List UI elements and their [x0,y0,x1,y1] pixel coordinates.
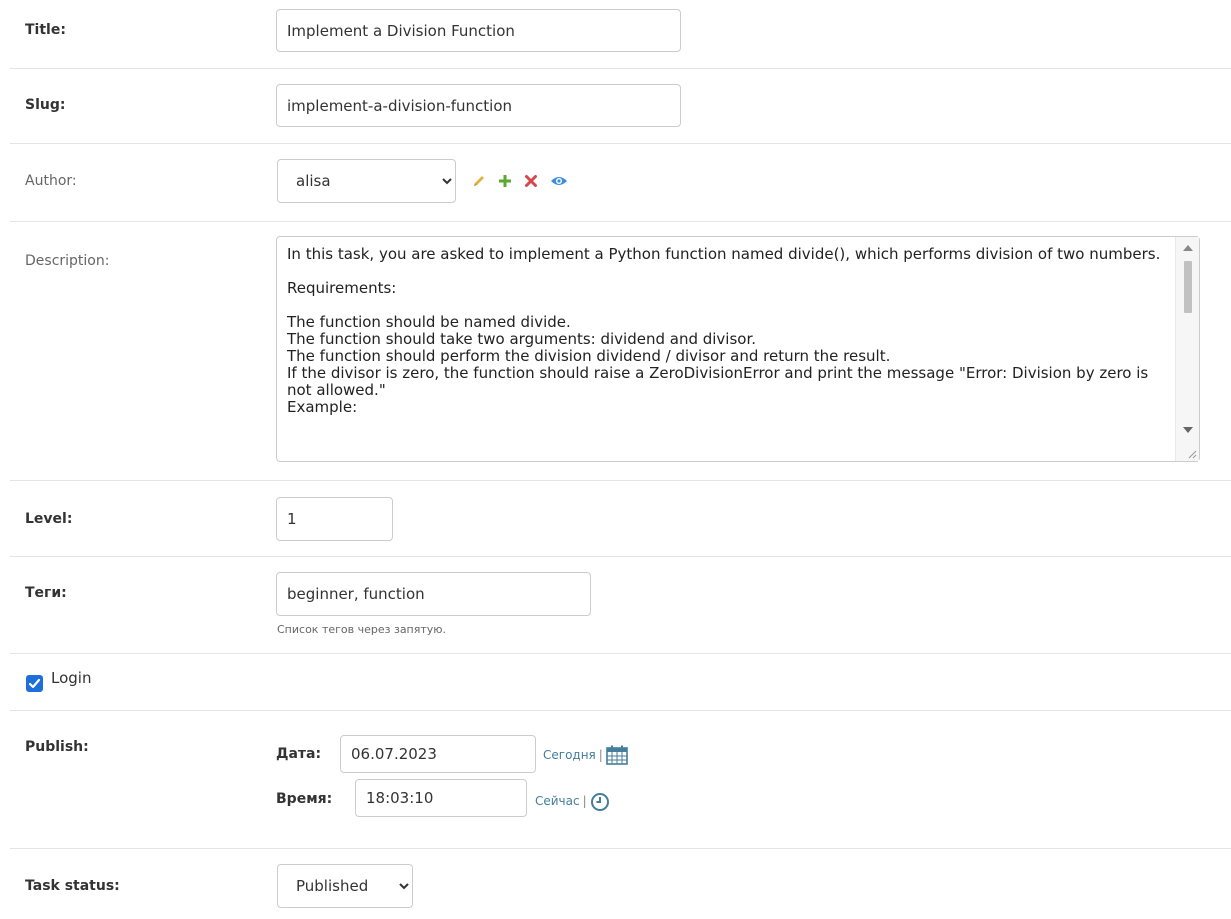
edit-author-link[interactable] [472,174,486,192]
author-select[interactable]: alisa [277,159,456,203]
now-link[interactable]: Сейчас [535,794,580,808]
x-icon [525,175,537,187]
today-link[interactable]: Сегодня [543,748,596,762]
task-status-label: Task status: [25,878,120,894]
author-label: Author: [25,173,77,189]
description-textarea[interactable]: In this task, you are asked to implement… [276,236,1200,462]
scroll-thumb[interactable] [1184,261,1192,313]
date-shortcuts: Сегодня | [543,745,628,765]
pencil-icon [474,176,484,186]
time-shortcuts: Сейчас | [535,791,610,811]
scroll-up-arrow[interactable] [1183,245,1193,251]
time-separator: | [582,794,587,808]
login-label[interactable]: Login [51,669,91,687]
level-input[interactable] [276,497,393,541]
description-textarea-wrapper: In this task, you are asked to implement… [276,236,1200,462]
login-checkbox[interactable] [26,675,43,692]
field-row-login [10,653,1231,711]
date-separator: | [598,748,603,762]
tags-label: Теги: [25,585,67,601]
related-widget-links [472,174,568,192]
eye-icon [551,177,567,185]
task-edit-form: Title: Slug: Author: alisa Description: … [0,0,1231,919]
task-status-select[interactable]: Published [277,864,413,908]
field-row-level: Level: [10,480,1231,557]
title-input[interactable] [276,9,681,52]
field-row-tags: Теги: [10,556,1231,654]
tags-input[interactable] [276,572,591,616]
tags-help-text: Список тегов через запятую. [277,623,447,636]
field-row-publish: Publish: [10,710,1231,849]
publish-date-input[interactable] [340,735,536,773]
scroll-down-arrow[interactable] [1183,427,1193,433]
resize-grip-icon[interactable] [1187,449,1197,459]
add-author-link[interactable] [498,174,512,192]
title-label: Title: [25,22,66,38]
field-row-author: Author: [10,143,1231,222]
publish-time-input[interactable] [355,779,527,817]
slug-input[interactable] [276,84,681,127]
calendar-icon[interactable] [606,745,628,765]
view-author-link[interactable] [550,174,568,192]
description-scrollbar[interactable] [1175,237,1199,461]
clock-icon[interactable] [590,791,610,811]
level-label: Level: [25,511,73,527]
publish-time-label: Время: [276,791,333,807]
publish-date-label: Дата: [276,746,322,762]
publish-label: Publish: [25,739,89,755]
field-row-task-status: Task status: [10,848,1231,919]
checkmark-icon [28,678,41,689]
slug-label: Slug: [25,97,66,113]
delete-author-link[interactable] [524,174,538,192]
plus-icon [499,175,511,187]
description-label: Description: [25,253,110,269]
